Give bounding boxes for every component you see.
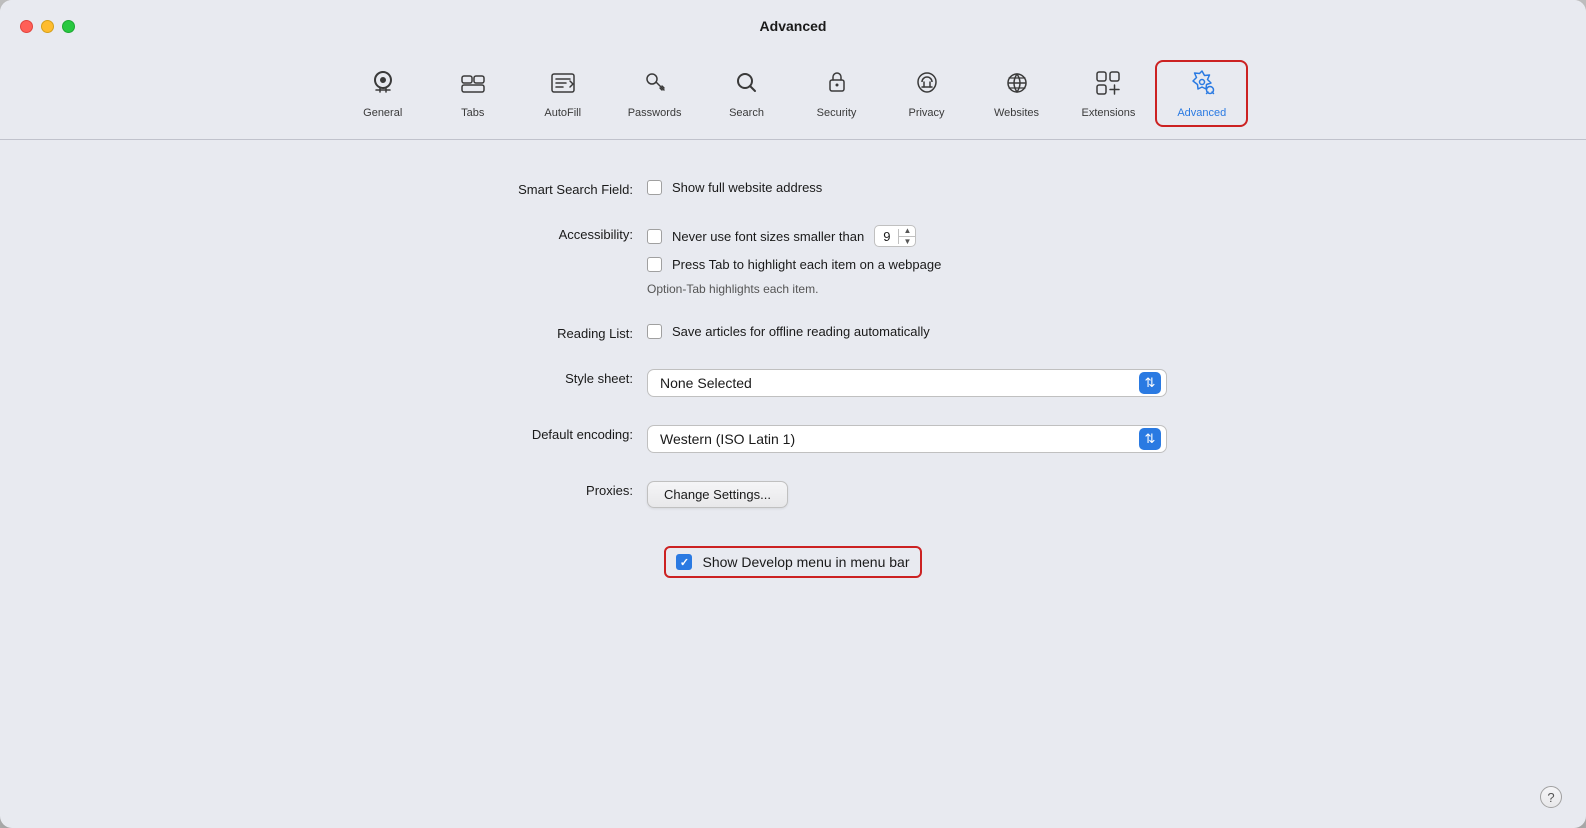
press-tab-checkbox[interactable] [647, 257, 662, 272]
tabs-icon [458, 68, 488, 103]
font-size-up-arrow[interactable]: ▲ [899, 226, 915, 237]
security-icon [822, 68, 852, 103]
proxies-row: Proxies: Change Settings... [413, 481, 1173, 508]
smart-search-field-row: Smart Search Field: Show full website ad… [413, 180, 1173, 197]
passwords-icon [640, 68, 670, 103]
font-size-stepper[interactable]: 9 ▲ ▼ [874, 225, 916, 247]
style-sheet-dropdown[interactable]: None Selected [647, 369, 1167, 397]
show-full-address-row: Show full website address [647, 180, 822, 195]
toolbar: General Tabs AutoFill [0, 52, 1586, 140]
show-develop-container: Show Develop menu in menu bar [664, 546, 921, 578]
show-full-address-checkbox[interactable] [647, 180, 662, 195]
tab-websites[interactable]: Websites [972, 62, 1062, 125]
default-encoding-dropdown-wrapper: Western (ISO Latin 1) ⇅ [647, 425, 1167, 453]
privacy-icon [912, 68, 942, 103]
tab-security[interactable]: Security [792, 62, 882, 125]
tab-search-label: Search [729, 107, 764, 119]
font-size-down-arrow[interactable]: ▼ [899, 237, 915, 247]
minimize-button[interactable] [41, 20, 54, 33]
tab-tabs-label: Tabs [461, 107, 484, 119]
smart-search-field-controls: Show full website address [647, 180, 822, 195]
proxies-button-row: Change Settings... [647, 481, 788, 508]
default-encoding-controls: Western (ISO Latin 1) ⇅ [647, 425, 1167, 453]
tab-security-label: Security [817, 107, 857, 119]
proxies-label: Proxies: [413, 481, 633, 498]
general-icon [368, 68, 398, 103]
close-button[interactable] [20, 20, 33, 33]
show-develop-row: Show Develop menu in menu bar [413, 536, 1173, 578]
tab-privacy-label: Privacy [908, 107, 944, 119]
traffic-lights [20, 20, 75, 33]
tab-privacy[interactable]: Privacy [882, 62, 972, 125]
tab-advanced-label: Advanced [1177, 107, 1226, 119]
extensions-icon [1093, 68, 1123, 103]
font-size-checkbox[interactable] [647, 229, 662, 244]
style-sheet-row: Style sheet: None Selected ⇅ [413, 369, 1173, 397]
show-full-address-label: Show full website address [672, 180, 822, 195]
reading-list-label: Reading List: [413, 324, 633, 341]
tab-passwords[interactable]: Passwords [608, 62, 702, 125]
default-encoding-dropdown[interactable]: Western (ISO Latin 1) [647, 425, 1167, 453]
settings-form: Smart Search Field: Show full website ad… [413, 180, 1173, 606]
tab-passwords-label: Passwords [628, 107, 682, 119]
tab-general-label: General [363, 107, 402, 119]
maximize-button[interactable] [62, 20, 75, 33]
change-settings-button[interactable]: Change Settings... [647, 481, 788, 508]
save-articles-row: Save articles for offline reading automa… [647, 324, 930, 339]
default-encoding-label: Default encoding: [413, 425, 633, 442]
accessibility-row: Accessibility: Never use font sizes smal… [413, 225, 1173, 296]
press-tab-label: Press Tab to highlight each item on a we… [672, 257, 941, 272]
save-articles-label: Save articles for offline reading automa… [672, 324, 930, 339]
option-tab-hint-row: Option-Tab highlights each item. [647, 282, 941, 296]
tab-extensions-label: Extensions [1082, 107, 1136, 119]
accessibility-label: Accessibility: [413, 225, 633, 242]
option-tab-hint: Option-Tab highlights each item. [647, 282, 818, 296]
save-articles-checkbox[interactable] [647, 324, 662, 339]
never-smaller-label: Never use font sizes smaller than [672, 229, 864, 244]
tab-tabs[interactable]: Tabs [428, 62, 518, 125]
help-button[interactable]: ? [1540, 786, 1562, 808]
main-content: Smart Search Field: Show full website ad… [0, 140, 1586, 828]
reading-list-controls: Save articles for offline reading automa… [647, 324, 930, 339]
accessibility-controls: Never use font sizes smaller than 9 ▲ ▼ … [647, 225, 941, 296]
tab-autofill[interactable]: AutoFill [518, 62, 608, 125]
window-title: Advanced [760, 18, 827, 34]
show-develop-checkbox[interactable] [676, 554, 692, 570]
font-size-value: 9 [875, 229, 899, 244]
tab-extensions[interactable]: Extensions [1062, 62, 1156, 125]
main-window: Advanced General Tabs [0, 0, 1586, 828]
autofill-icon [548, 68, 578, 103]
tab-autofill-label: AutoFill [544, 107, 581, 119]
font-stepper-arrows: ▲ ▼ [899, 226, 915, 246]
default-encoding-row: Default encoding: Western (ISO Latin 1) … [413, 425, 1173, 453]
tab-websites-label: Websites [994, 107, 1039, 119]
search-icon [732, 68, 762, 103]
smart-search-field-label: Smart Search Field: [413, 180, 633, 197]
show-develop-label: Show Develop menu in menu bar [702, 554, 909, 570]
press-tab-row: Press Tab to highlight each item on a we… [647, 257, 941, 272]
style-sheet-dropdown-wrapper: None Selected ⇅ [647, 369, 1167, 397]
tab-search[interactable]: Search [702, 62, 792, 125]
tab-general[interactable]: General [338, 62, 428, 125]
proxies-controls: Change Settings... [647, 481, 788, 508]
advanced-icon [1187, 68, 1217, 103]
font-size-row: Never use font sizes smaller than 9 ▲ ▼ [647, 225, 941, 247]
style-sheet-label: Style sheet: [413, 369, 633, 386]
tab-advanced[interactable]: Advanced [1155, 60, 1248, 127]
websites-icon [1002, 68, 1032, 103]
style-sheet-controls: None Selected ⇅ [647, 369, 1167, 397]
title-bar: Advanced [0, 0, 1586, 52]
reading-list-row: Reading List: Save articles for offline … [413, 324, 1173, 341]
